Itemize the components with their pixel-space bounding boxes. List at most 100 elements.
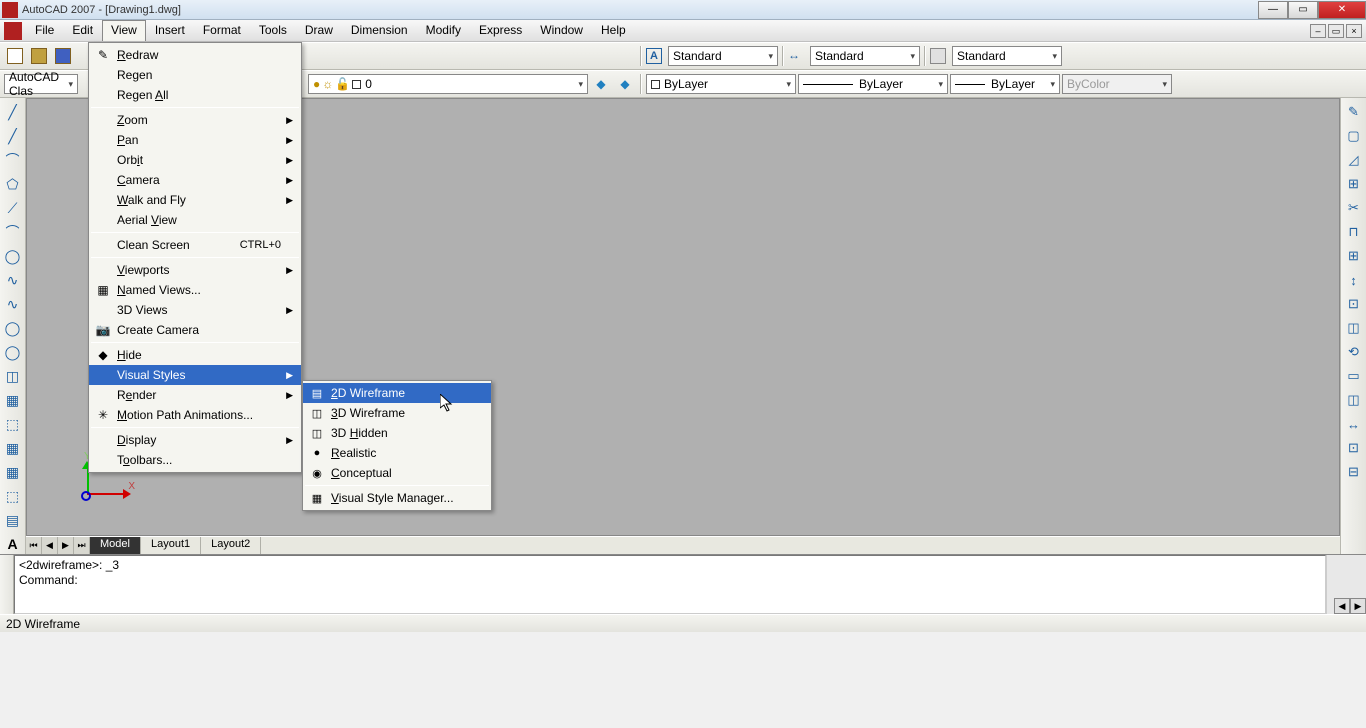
layer-btn-1[interactable]: ◆ <box>590 73 612 95</box>
view-menu-item[interactable]: Zoom▶ <box>89 110 301 130</box>
app-menu-icon[interactable] <box>4 22 22 40</box>
submenu-item[interactable]: ◉Conceptual <box>303 463 491 483</box>
close-button[interactable]: ✕ <box>1318 1 1366 19</box>
polyline-tool[interactable]: ⌒ <box>3 150 23 170</box>
gradient-tool[interactable]: ▦ <box>3 462 23 482</box>
view-menu-item[interactable]: ▦Named Views... <box>89 280 301 300</box>
view-menu-item[interactable]: Render▶ <box>89 385 301 405</box>
arc-tool[interactable]: ⌒ <box>3 222 23 242</box>
view-menu-item[interactable]: Regen All <box>89 85 301 105</box>
view-menu-item[interactable]: 📷Create Camera <box>89 320 301 340</box>
join-tool[interactable]: ◫ <box>1344 390 1364 410</box>
rotate-tool[interactable]: ⊞ <box>1344 246 1364 266</box>
menu-draw[interactable]: Draw <box>296 20 342 41</box>
submenu-item[interactable]: ●Realistic <box>303 443 491 463</box>
view-menu-item[interactable]: Toolbars... <box>89 450 301 470</box>
menu-tools[interactable]: Tools <box>250 20 296 41</box>
construction-line-tool[interactable]: ╱ <box>3 126 23 146</box>
linetype-dropdown[interactable]: ByLayer <box>950 74 1060 94</box>
array-tool[interactable]: ✂ <box>1344 198 1364 218</box>
dim-style-dropdown[interactable]: Standard <box>810 46 920 66</box>
view-menu-item[interactable]: ✳Motion Path Animations... <box>89 405 301 425</box>
submenu-item[interactable]: ▤2D Wireframe <box>303 383 491 403</box>
save-button[interactable] <box>52 45 74 67</box>
copy-tool[interactable]: ▢ <box>1344 126 1364 146</box>
tab-last-button[interactable]: ⏭ <box>74 537 90 554</box>
erase-tool[interactable]: ✎ <box>1344 102 1364 122</box>
make-block-tool[interactable]: ▦ <box>3 390 23 410</box>
scale-tool[interactable]: ↕ <box>1344 270 1364 290</box>
menu-edit[interactable]: Edit <box>63 20 102 41</box>
tab-layout2[interactable]: Layout2 <box>201 537 261 554</box>
mdi-restore-button[interactable]: ▭ <box>1328 24 1344 38</box>
ellipse-arc-tool[interactable]: ◯ <box>3 342 23 362</box>
layer-btn-2[interactable]: ◆ <box>614 73 636 95</box>
view-menu-item[interactable]: Clean ScreenCTRL+0 <box>89 235 301 255</box>
scroll-left-button[interactable]: ◀ <box>1334 598 1350 614</box>
view-menu-item[interactable]: ✎Redraw <box>89 45 301 65</box>
text-style-dropdown[interactable]: Standard <box>668 46 778 66</box>
table-tool[interactable]: ▤ <box>3 510 23 530</box>
hatch-tool[interactable]: ▦ <box>3 438 23 458</box>
point-tool[interactable]: ⬚ <box>3 414 23 434</box>
menu-modify[interactable]: Modify <box>417 20 470 41</box>
maximize-button[interactable]: ▭ <box>1288 1 1318 19</box>
minimize-button[interactable]: — <box>1258 1 1288 19</box>
command-grip[interactable] <box>0 555 14 614</box>
view-menu-item[interactable]: Aerial View <box>89 210 301 230</box>
table-style-dropdown[interactable]: Standard <box>952 46 1062 66</box>
rectangle-tool[interactable]: ⟋ <box>3 198 23 218</box>
mirror-tool[interactable]: ◿ <box>1344 150 1364 170</box>
color-dropdown[interactable]: ByLayer <box>646 74 796 94</box>
circle-tool[interactable]: ◯ <box>3 246 23 266</box>
submenu-item[interactable]: ▦Visual Style Manager... <box>303 488 491 508</box>
trim-tool[interactable]: ◫ <box>1344 318 1364 338</box>
view-menu-item[interactable]: Visual Styles▶ <box>89 365 301 385</box>
view-menu-item[interactable]: ◆Hide <box>89 345 301 365</box>
tab-first-button[interactable]: ⏮ <box>26 537 42 554</box>
view-menu-item[interactable]: Display▶ <box>89 430 301 450</box>
revcloud-tool[interactable]: ∿ <box>3 270 23 290</box>
stretch-tool[interactable]: ⊡ <box>1344 294 1364 314</box>
command-line[interactable]: <2dwireframe>: _3 Command: <box>14 555 1326 614</box>
view-menu-item[interactable]: Regen <box>89 65 301 85</box>
extend-tool[interactable]: ⟲ <box>1344 342 1364 362</box>
line-tool[interactable]: ╱ <box>3 102 23 122</box>
plotstyle-dropdown[interactable]: ByColor <box>1062 74 1172 94</box>
region-tool[interactable]: ⬚ <box>3 486 23 506</box>
break-tool[interactable]: ▭ <box>1344 366 1364 386</box>
submenu-item[interactable]: ◫3D Wireframe <box>303 403 491 423</box>
view-menu-item[interactable]: Viewports▶ <box>89 260 301 280</box>
fillet-tool[interactable]: ⊡ <box>1344 438 1364 458</box>
scroll-right-button[interactable]: ▶ <box>1350 598 1366 614</box>
view-menu-item[interactable]: Camera▶ <box>89 170 301 190</box>
mdi-minimize-button[interactable]: – <box>1310 24 1326 38</box>
view-menu-item[interactable]: Orbit▶ <box>89 150 301 170</box>
menu-insert[interactable]: Insert <box>146 20 194 41</box>
open-button[interactable] <box>28 45 50 67</box>
polygon-tool[interactable]: ⬠ <box>3 174 23 194</box>
menu-help[interactable]: Help <box>592 20 635 41</box>
menu-format[interactable]: Format <box>194 20 250 41</box>
spline-tool[interactable]: ∿ <box>3 294 23 314</box>
block-tool[interactable]: ◫ <box>3 366 23 386</box>
tab-next-button[interactable]: ▶ <box>58 537 74 554</box>
move-tool[interactable]: ⊓ <box>1344 222 1364 242</box>
menu-view[interactable]: View <box>102 20 146 41</box>
tab-model[interactable]: Model <box>90 537 141 554</box>
layer-dropdown[interactable]: ● ☼ 🔓 0 <box>308 74 588 94</box>
view-menu-item[interactable]: Pan▶ <box>89 130 301 150</box>
chamfer-tool[interactable]: ↔ <box>1344 414 1364 434</box>
menu-dimension[interactable]: Dimension <box>342 20 417 41</box>
new-button[interactable] <box>4 45 26 67</box>
ellipse-tool[interactable]: ◯ <box>3 318 23 338</box>
workspace-dropdown[interactable]: AutoCAD Clas <box>4 74 78 94</box>
submenu-item[interactable]: ◫3D Hidden <box>303 423 491 443</box>
tab-prev-button[interactable]: ◀ <box>42 537 58 554</box>
text-tool[interactable]: A <box>3 534 23 554</box>
view-menu-item[interactable]: 3D Views▶ <box>89 300 301 320</box>
mdi-close-button[interactable]: × <box>1346 24 1362 38</box>
tab-layout1[interactable]: Layout1 <box>141 537 201 554</box>
menu-express[interactable]: Express <box>470 20 531 41</box>
offset-tool[interactable]: ⊞ <box>1344 174 1364 194</box>
